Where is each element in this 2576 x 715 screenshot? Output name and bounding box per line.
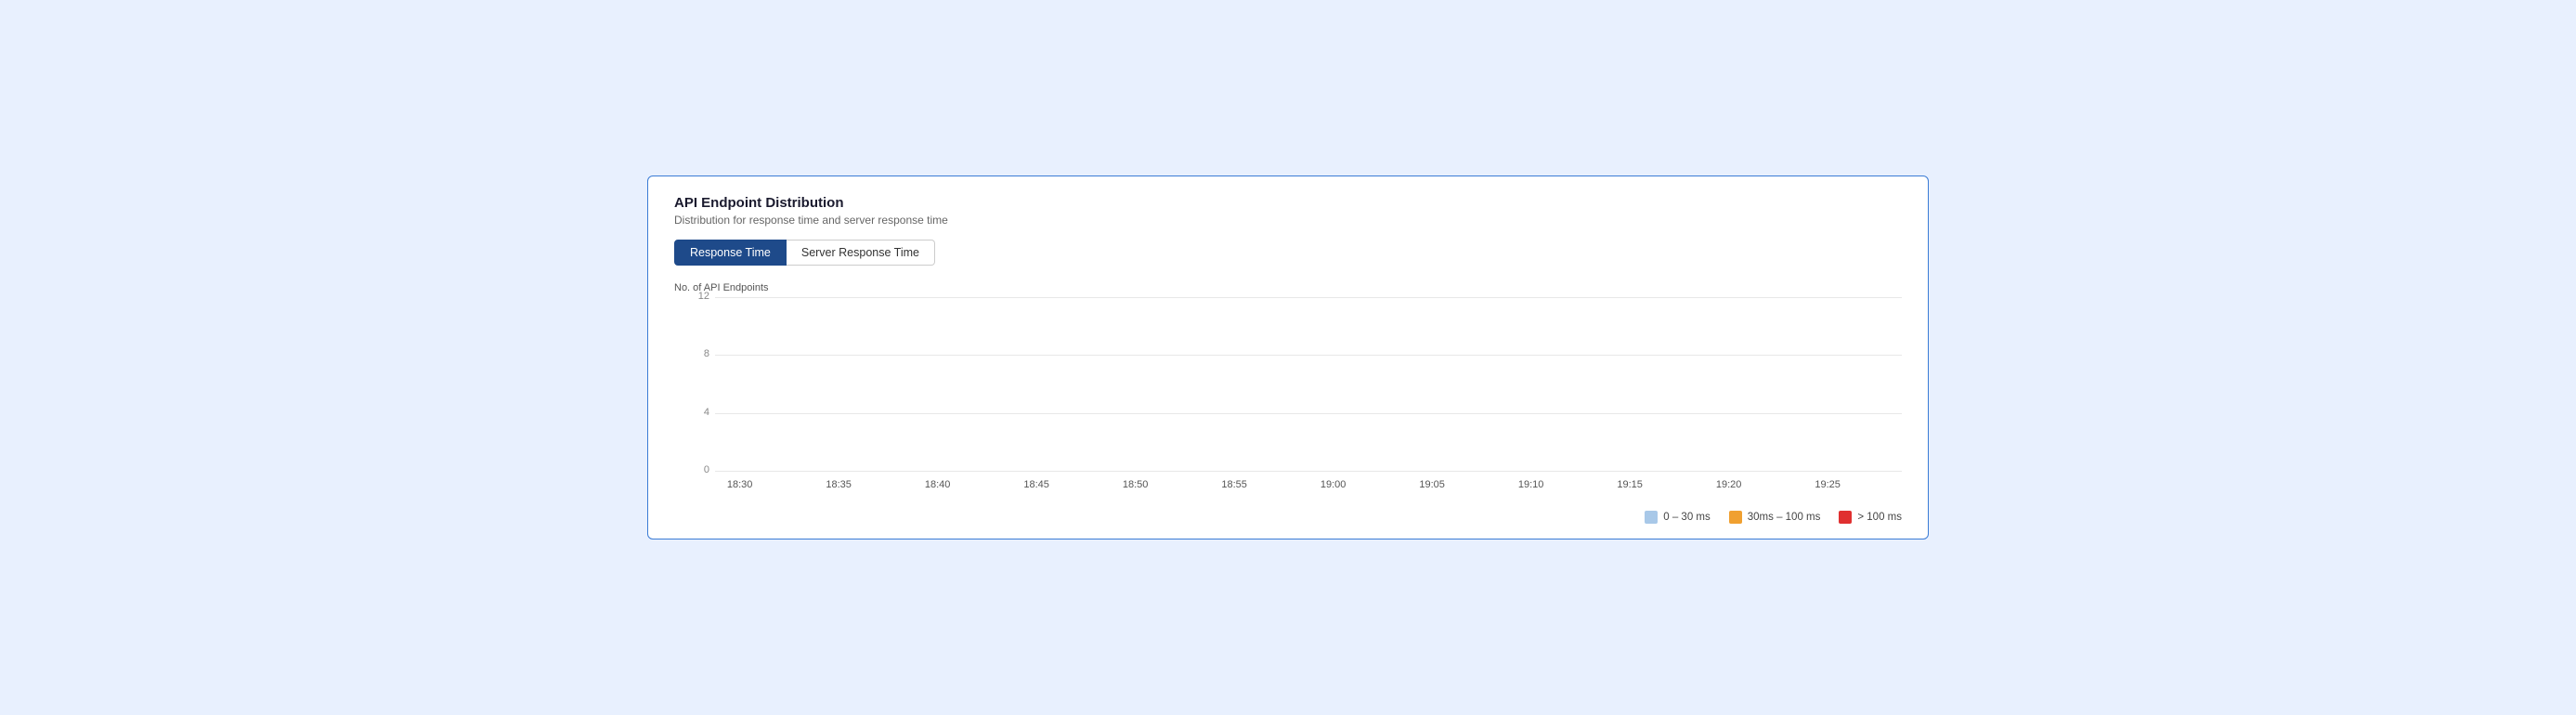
legend-label-orange: 30ms – 100 ms bbox=[1748, 512, 1821, 523]
legend-item-orange: 30ms – 100 ms bbox=[1729, 511, 1821, 524]
x-axis: 18:30 18:35 18:40 18:45 18:50 18:55 19:00 19:05… bbox=[715, 474, 1902, 501]
x-tick: 18:30 bbox=[715, 479, 764, 490]
x-tick: 18:50 bbox=[1111, 479, 1160, 490]
legend-swatch-blue bbox=[1645, 511, 1658, 524]
legend-swatch-red bbox=[1839, 511, 1852, 524]
card-subtitle: Distribution for response time and serve… bbox=[674, 214, 1902, 227]
x-tick: 18:55 bbox=[1210, 479, 1259, 490]
y-tick-0: 0 bbox=[680, 464, 709, 475]
x-tick: 18:40 bbox=[913, 479, 962, 490]
legend-item-blue: 0 – 30 ms bbox=[1645, 511, 1711, 524]
x-tick: 18:35 bbox=[814, 479, 864, 490]
x-tick: 19:20 bbox=[1704, 479, 1753, 490]
main-card: API Endpoint Distribution Distribution f… bbox=[647, 176, 1929, 540]
y-tick-12: 12 bbox=[680, 291, 709, 302]
y-tick-4: 4 bbox=[680, 407, 709, 418]
y-tick-8: 8 bbox=[680, 348, 709, 359]
x-tick: 19:25 bbox=[1803, 479, 1853, 490]
tab-bar: Response Time Server Response Time bbox=[674, 240, 1902, 266]
x-tick: 18:45 bbox=[1012, 479, 1061, 490]
tab-response-time[interactable]: Response Time bbox=[674, 240, 787, 266]
legend: 0 – 30 ms 30ms – 100 ms > 100 ms bbox=[674, 511, 1902, 524]
legend-label-red: > 100 ms bbox=[1857, 512, 1902, 523]
chart-area: 12 8 4 0 18:3018:3518:4018:4518:5018:551… bbox=[674, 297, 1902, 501]
x-tick: 19:05 bbox=[1408, 479, 1457, 490]
legend-swatch-orange bbox=[1729, 511, 1742, 524]
legend-label-blue: 0 – 30 ms bbox=[1663, 512, 1711, 523]
x-tick: 19:10 bbox=[1506, 479, 1555, 490]
tab-server-response-time[interactable]: Server Response Time bbox=[787, 240, 935, 266]
bars-container bbox=[715, 297, 1902, 472]
legend-item-red: > 100 ms bbox=[1839, 511, 1902, 524]
x-tick: 19:15 bbox=[1606, 479, 1655, 490]
x-tick: 19:00 bbox=[1308, 479, 1358, 490]
card-title: API Endpoint Distribution bbox=[674, 195, 1902, 211]
y-axis-label: No. of API Endpoints bbox=[674, 282, 1902, 293]
